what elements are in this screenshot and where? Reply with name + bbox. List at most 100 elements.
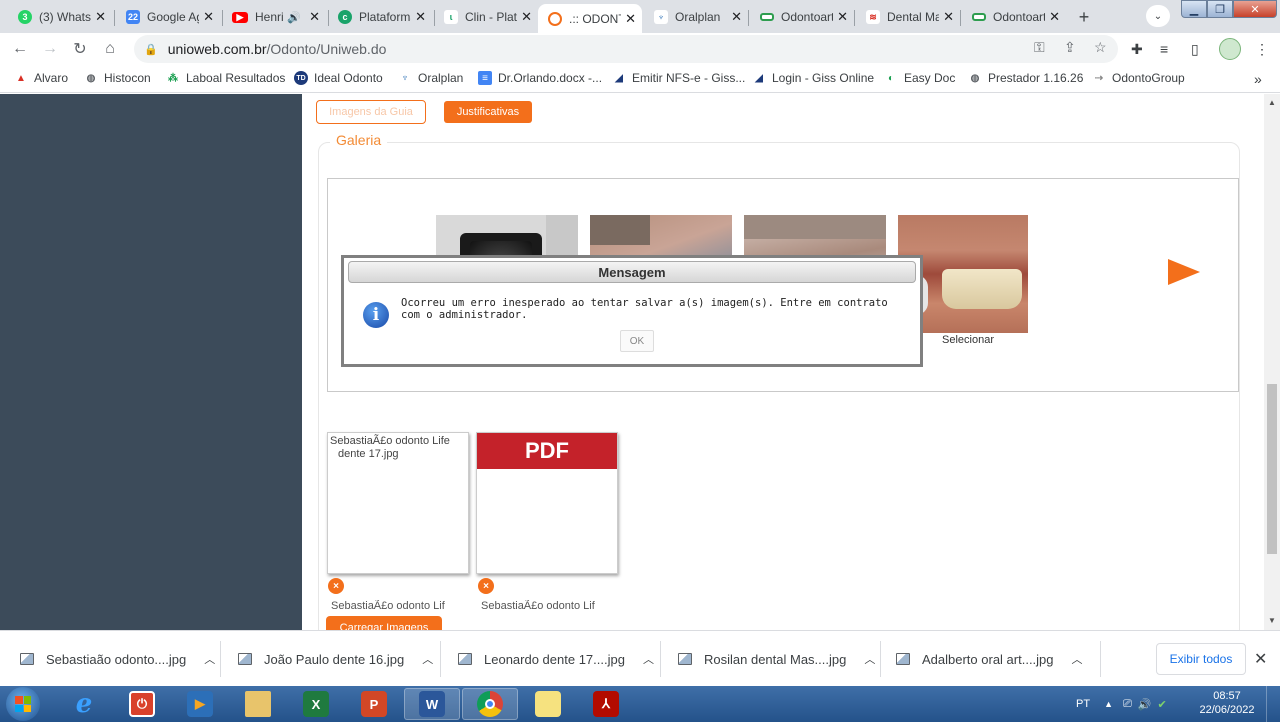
bookmark-alvaro[interactable]: ▲ Alvaro [14,71,68,85]
close-icon[interactable]: ✕ [309,9,320,25]
remove-file-button[interactable]: × [328,578,344,594]
taskbar-sticky-notes[interactable] [520,688,576,720]
bookmark-easy-doc[interactable]: ◐ Easy Doc [884,71,955,85]
forward-icon[interactable]: → [40,39,60,59]
bookmark-login-giss[interactable]: ◢ Login - Giss Online [752,71,874,85]
galeria-legend: Galeria [330,132,388,148]
close-icon[interactable]: ✕ [521,9,532,25]
bookmarks-overflow-icon[interactable]: » [1254,71,1262,87]
tab-odontoart-2[interactable]: Odontoart ✕ [962,4,1066,30]
tab-whatsapp[interactable]: 3 (3) WhatsApp ✕ [8,4,112,30]
close-icon[interactable]: ✕ [1254,649,1267,669]
start-button[interactable] [6,687,40,721]
download-item[interactable]: João Paulo dente 16.jpg ︿ [238,631,433,687]
show-all-downloads-button[interactable]: Exibir todos [1156,643,1246,675]
close-window-button[interactable]: ✕ [1233,0,1277,18]
file-card-image[interactable]: SebastiaÃ£o odonto Life dente 17.jpg [327,432,469,574]
profile-avatar[interactable] [1219,38,1241,60]
scrollbar-thumb[interactable] [1267,384,1277,554]
close-icon[interactable]: ✕ [943,9,954,25]
key-icon[interactable]: ⚿ [1034,39,1045,56]
download-item[interactable]: Leonardo dente 17....jpg ︿ [458,631,654,687]
system-clock[interactable]: 08:57 22/06/2022 [1198,689,1256,717]
carregar-imagens-button[interactable]: Carregar Imagens [326,616,442,630]
bookmark-histocon[interactable]: ◍ Histocon [84,71,151,85]
reading-list-icon[interactable]: ≡ [1160,41,1168,57]
extensions-icon[interactable]: ✚ [1131,41,1143,58]
image-file-icon [458,653,472,665]
home-icon[interactable]: ⌂ [100,39,120,59]
bookmark-oralplan[interactable]: ♆ Oralplan [398,71,463,85]
close-icon[interactable]: ✕ [1049,9,1060,25]
security-check-icon[interactable]: ✔ [1158,698,1167,711]
chevron-up-icon[interactable]: ︿ [204,651,215,667]
tab-odontoart-1[interactable]: Odontoart ✕ [750,4,854,30]
taskbar-internet-explorer[interactable]: e [56,688,112,720]
minimize-button[interactable]: ▁ [1181,0,1207,18]
download-item[interactable]: Sebastiaão odonto....jpg ︿ [20,631,215,687]
maximize-button[interactable]: ❐ [1207,0,1233,18]
tab-plataforma[interactable]: c Plataforma ✕ [328,4,432,30]
reload-icon[interactable]: ↻ [70,39,90,59]
selecionar-label[interactable]: Selecionar [942,334,994,346]
taskbar-acrobat[interactable]: ⅄ [578,688,634,720]
download-item[interactable]: Rosilan dental Mas....jpg ︿ [678,631,875,687]
taskbar-chrome[interactable] [462,688,518,720]
bookmark-prestador[interactable]: ◍ Prestador 1.16.26 [968,71,1084,85]
chevron-up-icon[interactable]: ▲ [1104,699,1113,709]
chevron-up-icon[interactable]: ︿ [1072,651,1083,667]
tooth-icon: ♆ [401,72,409,84]
taskbar-powerpoint[interactable]: P [346,688,402,720]
show-desktop-button[interactable] [1266,686,1280,722]
bookmark-ideal-odonto[interactable]: TD Ideal Odonto [294,71,383,85]
close-icon[interactable]: ✕ [731,9,742,25]
tab-clin[interactable]: ɩ Clin - Plataforma ✕ [434,4,538,30]
bookmark-odontogroup[interactable]: ⇢ OdontoGroup [1092,71,1185,85]
language-indicator[interactable]: PT [1076,698,1090,710]
chevron-up-icon[interactable]: ︿ [422,651,433,667]
tab-oralplan[interactable]: ♆ Oralplan ✕ [644,4,748,30]
page-scrollbar[interactable]: ▲ ▼ [1264,94,1280,630]
imagens-guia-button[interactable]: Imagens da Guia [316,100,426,124]
bookmark-emitir-nfse[interactable]: ◢ Emitir NFS-e - Giss... [612,71,745,85]
volume-icon[interactable]: 🔊 [1138,698,1152,711]
bookmark-laboal[interactable]: ⁂ Laboal Resultados [166,71,285,85]
justificativas-button[interactable]: Justificativas [444,101,532,123]
address-bar[interactable]: 🔒 unioweb.com.br/Odonto/Uniweb.do [134,35,1118,63]
speaker-icon[interactable]: 🔊 [287,11,301,24]
share-icon[interactable]: ⇪ [1064,39,1076,56]
ok-button[interactable]: OK [620,330,654,352]
tab-google-agenda[interactable]: 22 Google Agenda ✕ [116,4,220,30]
bookmark-dr-orlando[interactable]: ≡ Dr.Orlando.docx -... [478,71,602,85]
close-icon[interactable]: ✕ [625,11,636,27]
back-icon[interactable]: ← [10,39,30,59]
scroll-down-icon[interactable]: ▼ [1268,616,1276,625]
chevron-up-icon[interactable]: ︿ [643,651,654,667]
chevron-up-icon[interactable]: ︿ [864,651,875,667]
star-icon[interactable]: ☆ [1094,39,1107,56]
close-icon[interactable]: ✕ [203,9,214,25]
remove-file-button[interactable]: × [478,578,494,594]
tab-search-button[interactable]: ⌄ [1146,5,1170,27]
next-arrow-icon[interactable] [1168,259,1200,285]
close-icon[interactable]: ✕ [95,9,106,25]
taskbar-explorer[interactable] [230,688,286,720]
taskbar-app-power[interactable]: ⏻ [114,688,170,720]
new-tab-button[interactable]: + [1072,5,1096,29]
close-icon[interactable]: ✕ [415,9,426,25]
taskbar-excel[interactable]: X [288,688,344,720]
menu-icon[interactable]: ⋮ [1255,41,1269,58]
download-item[interactable]: Adalberto oral art....jpg ︿ [896,631,1083,687]
file-card-pdf[interactable]: PDF [476,432,618,574]
scroll-up-icon[interactable]: ▲ [1268,98,1276,107]
odonto-icon [548,11,562,26]
close-icon[interactable]: ✕ [837,9,848,25]
lock-icon[interactable]: 🔒 [144,43,158,56]
side-panel-icon[interactable]: ▯ [1191,41,1199,58]
network-icon[interactable]: ⎚ [1123,698,1132,711]
taskbar-word[interactable]: W [404,688,460,720]
tab-odonto-active[interactable]: .:: ODONTO ✕ [538,4,642,33]
taskbar-media-player[interactable]: ▶ [172,688,228,720]
tab-youtube[interactable]: ▶ Henrique 🔊 ✕ [222,4,326,30]
tab-dental-master[interactable]: ≋ Dental Master ✕ [856,4,960,30]
